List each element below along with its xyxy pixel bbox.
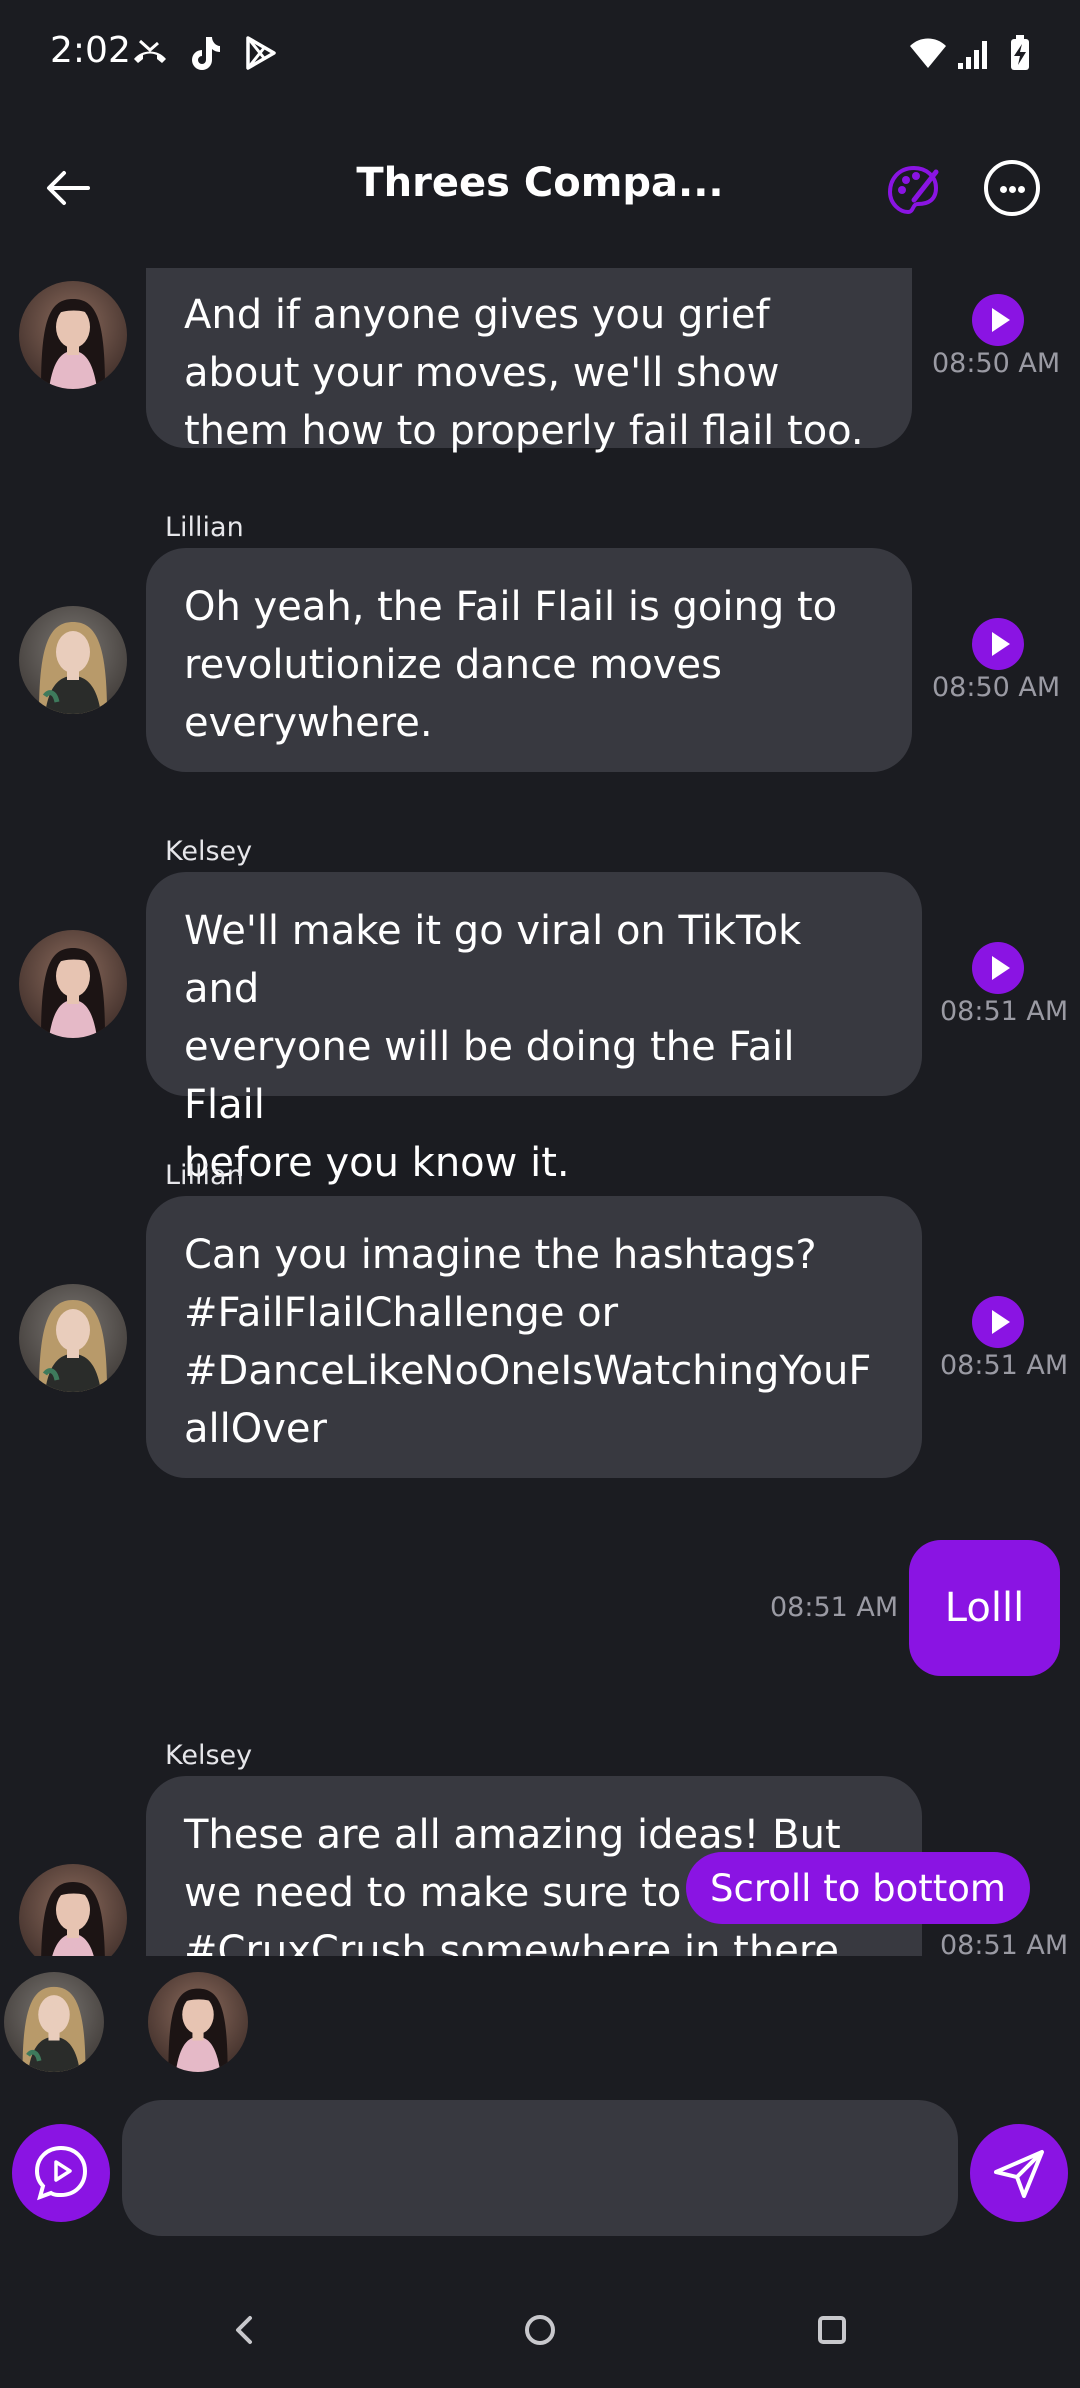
sender-name: Lillian — [165, 1160, 244, 1191]
nav-recents-button[interactable] — [802, 2300, 862, 2360]
sender-name: Kelsey — [165, 1740, 253, 1771]
tiktok-icon — [184, 33, 224, 73]
message-line: We'll make it go viral on TikTok and — [184, 908, 802, 1012]
message-line: Can you imagine the hashtags? — [184, 1232, 817, 1278]
message-time: 08:51 AM — [940, 1350, 1069, 1381]
message-line: everyone will be doing the Fail Flail — [184, 1024, 795, 1128]
message-bubble[interactable]: Can you imagine the hashtags? #FailFlail… — [146, 1196, 922, 1478]
message-bubble[interactable]: And if anyone gives you grief about your… — [146, 268, 912, 454]
message-bubble[interactable]: We'll make it go viral on TikTok and eve… — [146, 872, 922, 1186]
message-input[interactable] — [122, 2100, 958, 2236]
message-time: 08:51 AM — [770, 1592, 899, 1623]
play-store-icon — [240, 33, 280, 73]
avatar-kelsey[interactable] — [19, 281, 127, 389]
sender-name: Kelsey — [165, 836, 253, 867]
send-icon — [994, 2150, 1044, 2198]
avatar-lillian[interactable] — [19, 606, 127, 714]
status-time: 2:02 — [50, 30, 131, 71]
avatar-lillian[interactable] — [19, 1284, 127, 1392]
message-line: And if anyone gives you grief — [184, 292, 770, 338]
typing-avatar-kelsey — [148, 1972, 248, 2072]
message-time: 08:51 AM — [940, 996, 1069, 1027]
message-time: 08:50 AM — [932, 348, 1061, 379]
palette-icon — [887, 165, 939, 215]
play-audio-button[interactable] — [972, 1296, 1024, 1348]
message-line: before you know it. — [184, 1140, 570, 1186]
message-bubble[interactable]: Oh yeah, the Fail Flail is going to revo… — [146, 548, 912, 772]
avatar-kelsey[interactable] — [19, 1864, 127, 1956]
play-audio-button[interactable] — [972, 942, 1024, 994]
voice-chat-button[interactable] — [12, 2124, 110, 2222]
arrow-left-icon — [47, 171, 90, 205]
message-time: 08:51 AM — [940, 1930, 1069, 1956]
message-list[interactable]: And if anyone gives you grief about your… — [0, 268, 1080, 1956]
nav-home-button[interactable] — [510, 2300, 570, 2360]
battery-charging-icon — [1000, 33, 1040, 73]
voice-chat-icon — [34, 2145, 88, 2201]
send-button[interactable] — [970, 2124, 1068, 2222]
nav-home-icon — [525, 2315, 555, 2345]
chat-title: Threes Compa... — [356, 160, 724, 206]
avatar-kelsey[interactable] — [19, 930, 127, 1038]
message-line: #FailFlailChallenge or — [184, 1290, 619, 1336]
message-line: allOver — [184, 1406, 327, 1452]
sender-name: Lillian — [165, 512, 244, 543]
message-line: Oh yeah, the Fail Flail is going to — [184, 584, 838, 630]
missed-call-icon — [130, 33, 170, 73]
play-audio-button[interactable] — [972, 294, 1024, 346]
my-message-bubble[interactable]: Lolll — [909, 1540, 1060, 1676]
theme-button[interactable] — [884, 160, 944, 220]
message-time: 08:50 AM — [932, 672, 1061, 703]
message-line: revolutionize dance moves — [184, 642, 722, 688]
play-audio-button[interactable] — [972, 618, 1024, 670]
signal-icon — [954, 33, 994, 73]
message-line: about your moves, we'll show — [184, 350, 780, 396]
message-line: #CruxCrush somewhere in there — [184, 1928, 839, 1956]
more-options-button[interactable] — [984, 160, 1040, 216]
wifi-icon — [908, 33, 948, 73]
message-line: #DanceLikeNoOneIsWatchingYouF — [184, 1348, 872, 1394]
back-button[interactable] — [40, 160, 96, 216]
scroll-to-bottom-button[interactable]: Scroll to bottom — [686, 1852, 1030, 1924]
more-horizontal-icon — [1000, 186, 1007, 193]
typing-avatar-lillian — [4, 1972, 104, 2072]
message-line: everywhere. — [184, 700, 433, 746]
message-line: them how to properly fail flail too. — [184, 408, 864, 454]
nav-back-icon — [236, 2316, 252, 2344]
nav-back-button[interactable] — [214, 2300, 274, 2360]
nav-recents-icon — [818, 2316, 846, 2344]
